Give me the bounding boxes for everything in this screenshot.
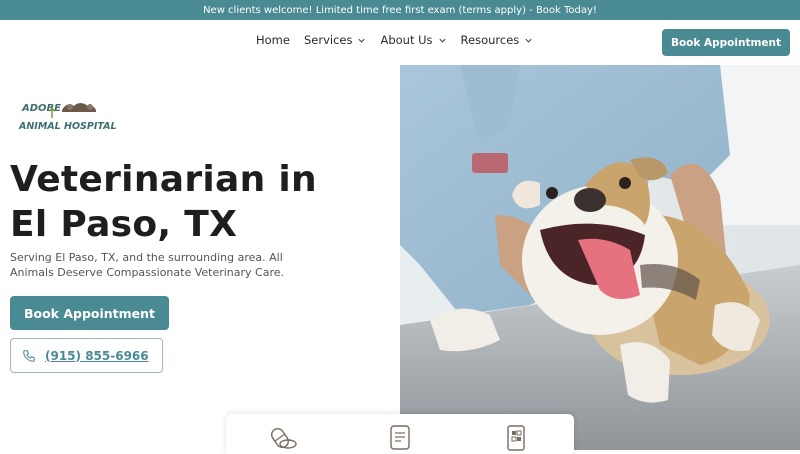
header-book-appointment-button[interactable]: Book Appointment <box>662 29 790 56</box>
nav-item-services[interactable]: Services <box>304 33 367 47</box>
svg-text:ADOBE: ADOBE <box>21 103 61 114</box>
logo-graphic: ADOBE ANIMAL HOSPITAL <box>18 103 117 132</box>
service-card[interactable] <box>226 414 342 454</box>
chevron-down-icon <box>358 38 366 43</box>
phone-icon <box>23 349 35 362</box>
service-card[interactable] <box>458 414 574 454</box>
pills-icon <box>271 428 297 449</box>
nav-item-label: Resources <box>460 33 520 47</box>
hero-photo-vet-with-bulldog <box>400 65 800 450</box>
page-title-line-1: Veterinarian in <box>10 159 317 200</box>
svg-text:ANIMAL HOSPITAL: ANIMAL HOSPITAL <box>18 121 117 132</box>
nav-item-label: About Us <box>380 33 433 47</box>
logo[interactable]: ADOBE ANIMAL HOSPITAL <box>18 98 118 136</box>
promo-banner-text: New clients welcome! Limited time free f… <box>203 4 597 16</box>
chevron-down-icon <box>438 38 446 43</box>
nav-item-label: Services <box>303 33 353 47</box>
phone-number: (915) 855-6966 <box>45 348 149 363</box>
top-navigation: Home Services About Us Resources Book Ap… <box>0 20 800 65</box>
services-card-strip <box>226 414 574 454</box>
chevron-down-icon <box>525 38 532 43</box>
nav-links: Home Services About Us Resources <box>256 33 533 47</box>
nav-item-home[interactable]: Home <box>256 33 290 47</box>
book-appointment-button[interactable]: Book Appointment <box>10 296 169 330</box>
page-title: Veterinarian in El Paso, TX <box>10 157 390 247</box>
id-card-icon <box>507 425 525 451</box>
service-card[interactable] <box>342 414 458 454</box>
hero-subtitle: Serving El Paso, TX, and the surrounding… <box>10 251 285 279</box>
promo-banner[interactable]: New clients welcome! Limited time free f… <box>0 0 800 20</box>
nav-item-about-us[interactable]: About Us <box>380 33 446 47</box>
nav-item-resources[interactable]: Resources <box>461 33 534 47</box>
hero-illustration <box>400 65 800 450</box>
page-title-line-2: El Paso, TX <box>10 204 238 245</box>
phone-button[interactable]: (915) 855-6966 <box>10 338 163 373</box>
clipboard-icon <box>390 425 410 450</box>
nav-item-label: Home <box>256 33 290 47</box>
